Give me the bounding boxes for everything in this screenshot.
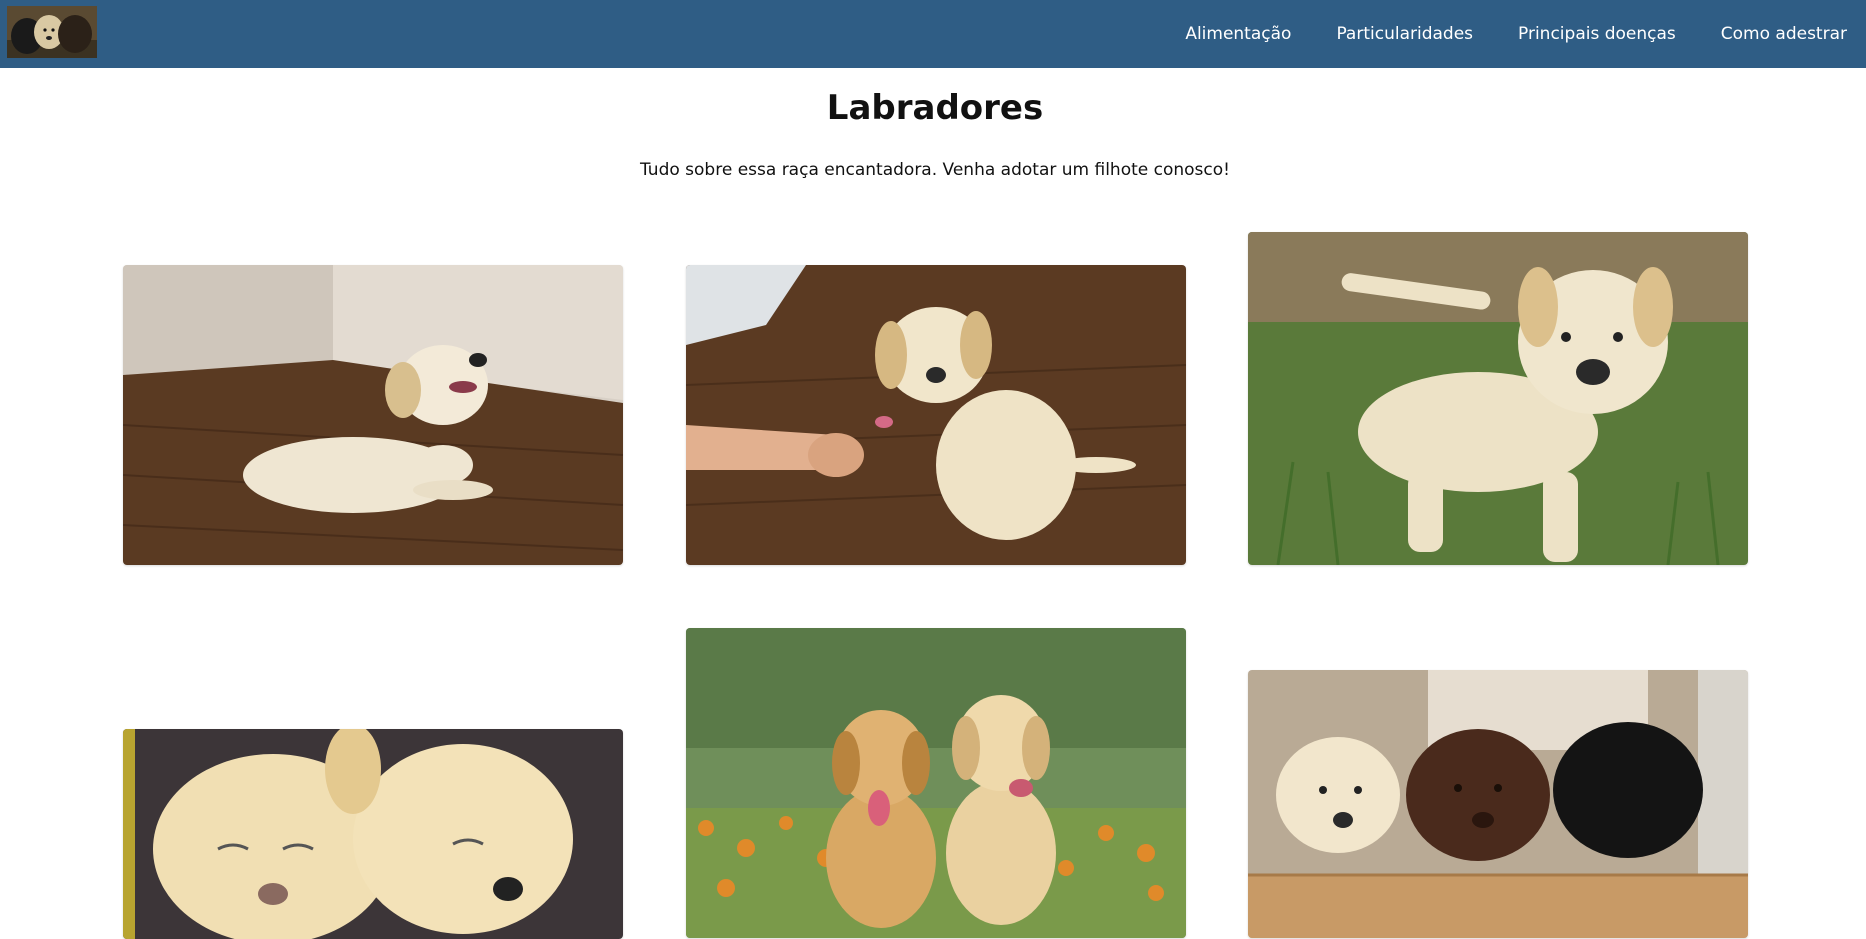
puppy-photo-paw [686, 265, 1186, 565]
puppy-photo-three-colors [1248, 670, 1748, 938]
logo-image[interactable] [7, 6, 97, 58]
top-navbar: Alimentação Particularidades Principais … [0, 0, 1866, 68]
nav-link-como-adestrar[interactable]: Como adestrar [1721, 24, 1847, 44]
nav-link-principais-doencas[interactable]: Principais doenças [1518, 24, 1676, 44]
puppy-photo-pair-held [123, 729, 623, 939]
main-nav: Alimentação Particularidades Principais … [1185, 0, 1866, 68]
nav-link-alimentacao[interactable]: Alimentação [1185, 24, 1291, 44]
puppy-photo-flowers [686, 628, 1186, 938]
puppy-photo-lying [123, 265, 623, 565]
puppy-photo-grass [1248, 232, 1748, 565]
page-subtitle: Tudo sobre essa raça encantadora. Venha … [640, 160, 1230, 180]
nav-link-particularidades[interactable]: Particularidades [1336, 24, 1473, 44]
page-title: Labradores [826, 88, 1044, 128]
